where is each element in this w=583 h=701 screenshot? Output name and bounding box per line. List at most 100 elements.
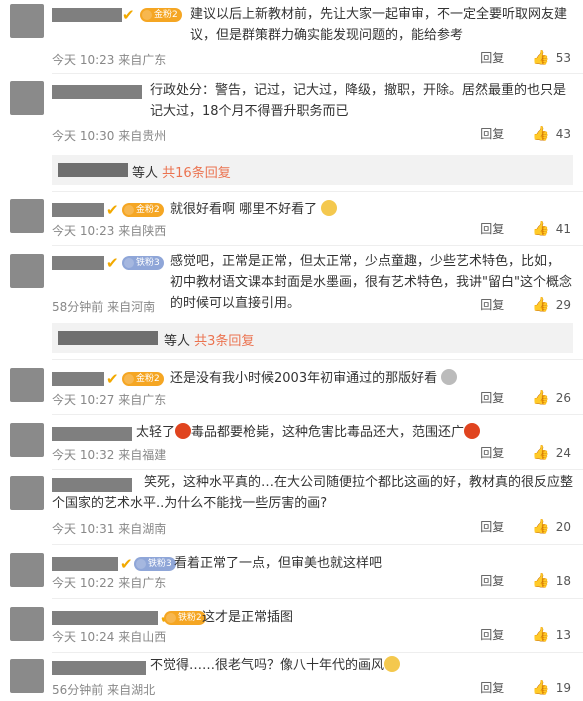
comment-text: 这才是正常插图	[202, 607, 572, 628]
comment-text: 行政处分：警告，记过，记大过，降级，撤职，开除。居然最重的也只是记大过，18个月…	[150, 80, 572, 122]
divider	[52, 73, 583, 74]
thumbs-up-icon[interactable]: 👍	[532, 627, 549, 643]
comment-item: ✔ 铁粉2 这才是正常插图 今天 10:24 来自山西 回复👍13	[0, 601, 583, 651]
username-redacted[interactable]	[52, 557, 118, 571]
thumbs-up-icon[interactable]: 👍	[532, 50, 549, 66]
reply-button[interactable]: 回复	[480, 220, 504, 237]
thumbs-up-icon[interactable]: 👍	[532, 573, 549, 589]
cat-face-emoji-icon	[384, 656, 401, 672]
avatar[interactable]	[10, 368, 44, 402]
username-redacted[interactable]	[52, 611, 158, 625]
comment-location: 来自陕西	[118, 224, 167, 238]
comment-time: 58分钟前	[52, 300, 104, 314]
comment-text: 笑死，这种水平真的…在大公司随便拉个都比这画的好，教材真的很反应整个国家的艺术水…	[52, 472, 574, 514]
comment-meta: 今天 10:30 来自贵州	[52, 127, 166, 144]
reply-button[interactable]: 回复	[480, 125, 504, 142]
comment-text: 看着正常了一点，但审美也就这样吧	[174, 553, 570, 574]
angry-face-emoji-icon	[175, 423, 192, 439]
comment-time: 今天 10:27	[52, 393, 115, 407]
avatar[interactable]	[10, 607, 44, 641]
comment-actions: 回复 👍 24	[480, 444, 571, 461]
reply-button[interactable]: 回复	[480, 444, 504, 461]
more-replies[interactable]: 等人 共16条回复	[52, 155, 573, 185]
reply-button[interactable]: 回复	[480, 679, 504, 696]
comment-time: 56分钟前	[52, 683, 104, 697]
more-replies[interactable]: 等人 共3条回复	[52, 323, 573, 353]
comment-location: 来自湖南	[118, 522, 167, 536]
more-replies-count[interactable]: 共16条回复	[162, 166, 231, 181]
username-redacted[interactable]	[52, 372, 104, 386]
avatar[interactable]	[10, 476, 44, 510]
avatar[interactable]	[10, 553, 44, 587]
like-count: 53	[555, 50, 571, 65]
comment-meta: 58分钟前 来自河南	[52, 298, 155, 315]
comment-item: ✔ 金粉2 还是没有我小时候2003年初审通过的那版好看 今天 10:27 来自…	[0, 362, 583, 412]
comment-item: 太轻了 毒品都要枪毙，这种危害比毒品还大，范围还广 今天 10:32 来自福建 回…	[0, 417, 583, 467]
avatar[interactable]	[10, 659, 44, 693]
divider	[52, 598, 583, 599]
laughing-tears-emoji-icon	[321, 200, 338, 216]
comment-time: 今天 10:23	[52, 224, 115, 238]
divider	[52, 469, 583, 470]
username-redacted[interactable]	[52, 203, 104, 217]
thumbs-up-icon[interactable]: 👍	[532, 126, 549, 142]
reply-button[interactable]: 回复	[480, 49, 504, 66]
comment-actions: 回复 👍 19	[480, 679, 571, 696]
comment-item: 行政处分：警告，记过，记大过，降级，撤职，开除。居然最重的也只是记大过，18个月…	[0, 75, 583, 155]
thumbs-up-icon[interactable]: 👍	[532, 297, 549, 313]
fan-badge: 铁粉2	[164, 611, 206, 625]
thumbs-up-icon[interactable]: 👍	[532, 390, 549, 406]
username-redacted[interactable]	[52, 256, 104, 270]
comment-text-content: 就很好看啊 哪里不好看了	[170, 202, 318, 217]
username-redacted	[58, 163, 128, 177]
username-redacted[interactable]	[52, 661, 146, 675]
reply-button[interactable]: 回复	[480, 626, 504, 643]
reply-button[interactable]: 回复	[480, 389, 504, 406]
reply-button[interactable]: 回复	[480, 296, 504, 313]
like-count: 20	[555, 519, 571, 534]
comment-meta: 今天 10:23 来自陕西	[52, 222, 166, 239]
avatar[interactable]	[10, 254, 44, 288]
thumbs-up-icon[interactable]: 👍	[532, 445, 549, 461]
verified-icon: ✔	[106, 254, 119, 272]
comment-text-content: 建议以后上新教材前，先让大家一起审审，不一定全要听取网友建议，但是群策群力确实能…	[190, 7, 568, 43]
username-redacted[interactable]	[52, 85, 142, 99]
divider	[52, 544, 583, 545]
comment-item: ✔ 铁粉3 看着正常了一点，但审美也就这样吧 今天 10:22 来自广东 回复 👍…	[0, 547, 583, 597]
divider	[52, 191, 583, 192]
comment-location: 来自湖北	[107, 683, 156, 697]
avatar[interactable]	[10, 4, 44, 38]
angry-face-emoji-icon	[464, 423, 481, 439]
reply-button[interactable]: 回复	[480, 572, 504, 589]
comment-actions: 回复 👍 26	[480, 389, 571, 406]
comment-item: 笑死，这种水平真的…在大公司随便拉个都比这画的好，教材真的很反应整个国家的艺术水…	[0, 472, 583, 542]
comment-location: 来自广东	[118, 53, 167, 67]
verified-icon: ✔	[122, 6, 135, 24]
divider	[52, 245, 583, 246]
avatar[interactable]	[10, 423, 44, 457]
comment-text-part: 毒品都要枪毙，这种危害比毒品还大，范围还广	[191, 425, 465, 440]
avatar[interactable]	[10, 199, 44, 233]
comment-actions: 回复 👍 43	[480, 125, 571, 142]
username-redacted[interactable]	[52, 427, 132, 441]
thumbs-up-icon[interactable]: 👍	[532, 221, 549, 237]
more-replies-label[interactable]: 等人 共16条回复	[132, 162, 231, 181]
comment-meta: 今天 10:32 来自福建	[52, 446, 166, 463]
reply-button[interactable]: 回复	[480, 518, 504, 535]
more-replies-count[interactable]: 共3条回复	[194, 334, 254, 349]
comment-actions: 回复 👍 13	[480, 626, 571, 643]
comment-actions: 回复 👍 20	[480, 518, 571, 535]
more-replies-label[interactable]: 等人 共3条回复	[164, 330, 254, 349]
username-redacted[interactable]	[52, 8, 122, 22]
comment-time: 今天 10:32	[52, 448, 115, 462]
more-replies-prefix: 等人	[164, 334, 191, 349]
comment-time: 今天 10:31	[52, 522, 115, 536]
comment-text: 还是没有我小时候2003年初审通过的那版好看	[170, 368, 570, 389]
avatar[interactable]	[10, 81, 44, 115]
thumbs-up-icon[interactable]: 👍	[532, 680, 549, 696]
comment-text: 就很好看啊 哪里不好看了	[170, 199, 570, 220]
comment-actions: 回复 👍 53	[480, 49, 571, 66]
thumbs-up-icon[interactable]: 👍	[532, 519, 549, 535]
like-count: 19	[555, 680, 571, 695]
comment-location: 来自贵州	[118, 129, 167, 143]
